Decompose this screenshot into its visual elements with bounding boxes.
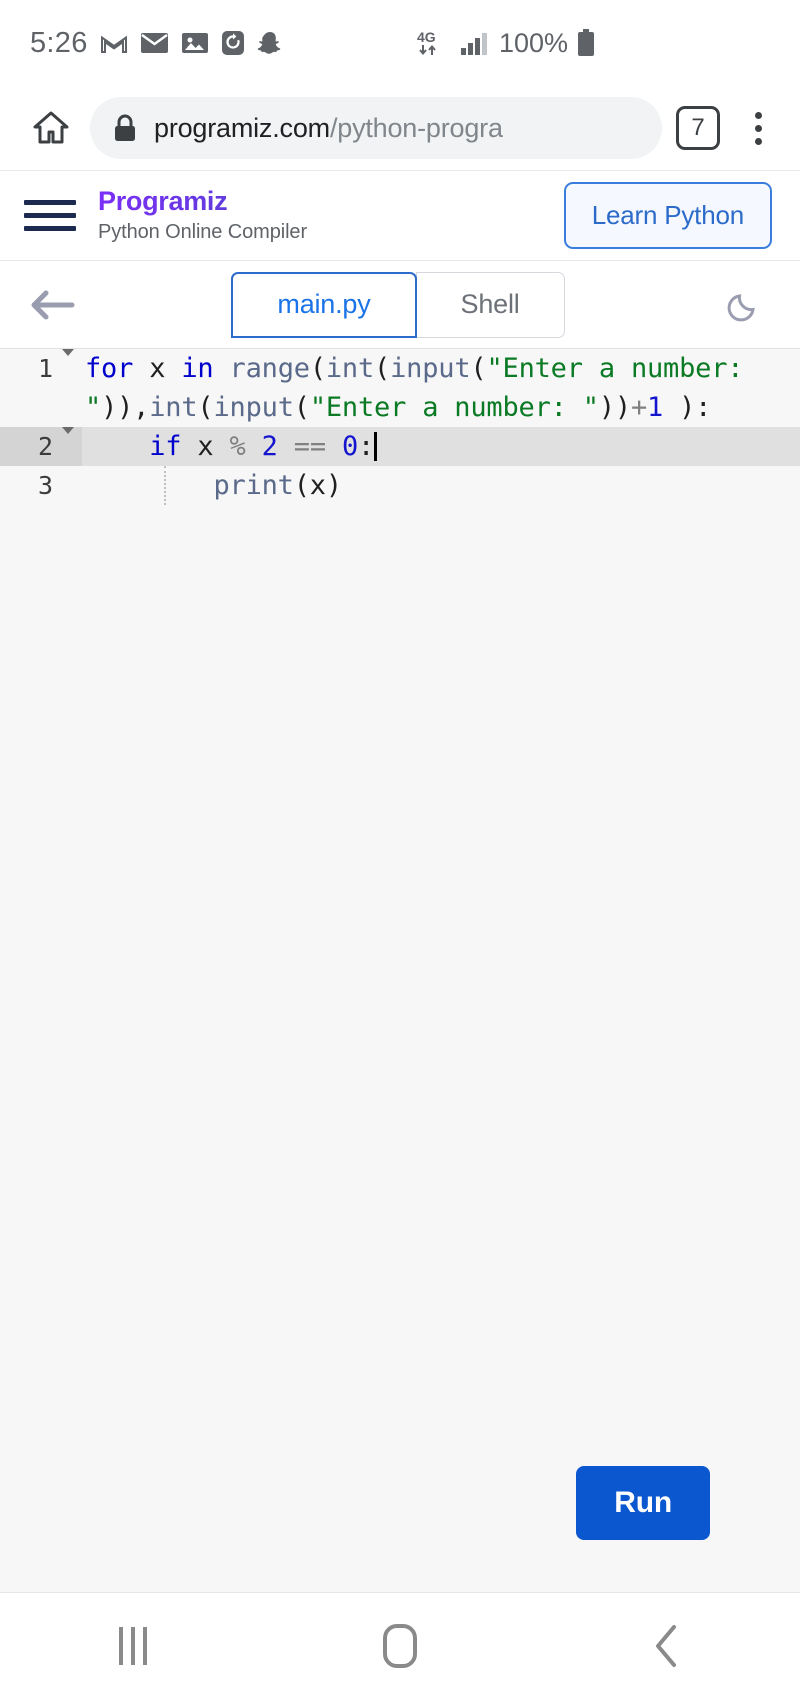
page-subtitle: Python Online Compiler (98, 220, 308, 243)
code-token: ): (663, 392, 712, 423)
fold-arrow-icon[interactable] (62, 349, 74, 356)
recents-icon[interactable] (73, 1606, 193, 1686)
line-number: 3 (37, 471, 53, 500)
code-lines[interactable]: 1 for x in range(int(input("Enter a numbe… (0, 349, 800, 505)
code-token: 1 (647, 392, 664, 423)
photos-icon (181, 31, 209, 55)
svg-text:4G: 4G (417, 29, 436, 45)
line-number-gutter: 2 (0, 427, 82, 466)
code-token: for (85, 353, 134, 384)
code-token: ( (309, 353, 326, 384)
code-token: ( (197, 392, 214, 423)
signal-bars-icon (460, 30, 490, 56)
code-token: int (325, 353, 375, 384)
code-token: in (181, 353, 214, 384)
line-number: 2 (37, 432, 53, 461)
code-token: "Enter a number: " (309, 392, 599, 423)
code-token: range (229, 353, 310, 384)
browser-toolbar: programiz.com/python-progra 7 (0, 86, 800, 171)
url-text: programiz.com/python-progra (154, 113, 503, 144)
code-line[interactable]: 1 for x in range(int(input("Enter a numbe… (0, 349, 800, 427)
code-token: )), (101, 392, 150, 423)
snapchat-icon (257, 30, 283, 56)
home-square-icon[interactable] (340, 1606, 460, 1686)
code-token: (x) (293, 470, 342, 501)
editor-tab-strip: main.py Shell (0, 261, 800, 349)
status-clock: 5:26 (30, 26, 88, 59)
code-token: ( (293, 392, 310, 423)
code-token: ( (374, 353, 391, 384)
gmail-icon (100, 31, 128, 55)
code-token: 2 (261, 431, 278, 462)
moon-icon[interactable] (714, 284, 774, 326)
android-status-bar: 5:26 4G 100% (0, 0, 800, 86)
mail-icon (140, 31, 169, 55)
tab-shell[interactable]: Shell (415, 271, 565, 338)
brand-block: Programiz Python Online Compiler (98, 187, 564, 243)
code-line[interactable]: 2 if x % 2 == 0: (0, 427, 800, 466)
android-nav-bar (0, 1592, 800, 1689)
address-bar[interactable]: programiz.com/python-progra (90, 97, 662, 159)
status-bar-left: 5:26 (30, 27, 283, 60)
code-token: if (149, 431, 182, 462)
kebab-menu-icon[interactable] (738, 103, 778, 153)
back-chevron-icon[interactable] (607, 1606, 727, 1686)
run-button[interactable]: Run (576, 1466, 710, 1540)
network-4g-icon: 4G (417, 28, 451, 58)
line-number: 1 (37, 354, 53, 383)
status-bar-right: 4G 100% (417, 28, 595, 59)
tab-main-py[interactable]: main.py (231, 271, 417, 338)
file-tabs: main.py Shell (231, 271, 565, 338)
line-number-gutter: 3 (0, 466, 82, 505)
code-token: input (390, 353, 471, 384)
sync-icon (221, 30, 245, 56)
code-token: 0 (341, 431, 359, 462)
code-line-text[interactable]: if x % 2 == 0: (82, 427, 800, 466)
tab-counter-button[interactable]: 7 (676, 106, 720, 150)
hamburger-icon[interactable] (24, 194, 76, 238)
home-icon[interactable] (20, 97, 82, 159)
code-token: )) (598, 392, 631, 423)
code-token: ( (470, 353, 487, 384)
code-line-text[interactable]: print(x) (82, 466, 800, 505)
code-token: : (358, 431, 375, 462)
battery-percent-label: 100% (499, 27, 569, 58)
code-token: int (149, 392, 198, 423)
code-editor[interactable]: 1 for x in range(int(input("Enter a numbe… (0, 349, 800, 1592)
line-number-gutter: 1 (0, 349, 82, 388)
battery-icon (577, 29, 595, 57)
code-token: + (630, 392, 647, 423)
code-line-text[interactable]: for x in range(int(input("Enter a number… (82, 349, 800, 427)
back-arrow-icon[interactable] (22, 285, 82, 325)
learn-python-button[interactable]: Learn Python (563, 182, 772, 249)
code-token: input (213, 392, 294, 423)
programiz-logo[interactable]: Programiz (98, 187, 564, 216)
site-header: Programiz Python Online Compiler Learn P… (0, 171, 800, 261)
fold-arrow-icon[interactable] (62, 427, 74, 434)
lock-icon (112, 113, 138, 143)
code-token: == (293, 431, 326, 462)
text-caret (374, 432, 378, 461)
code-line[interactable]: 3 print(x) (0, 466, 800, 505)
url-path: /python-progra (329, 112, 503, 143)
code-token: x (133, 353, 182, 384)
code-token: % (229, 431, 246, 462)
code-token: print (213, 470, 294, 501)
code-token: x (181, 431, 230, 462)
indent-guide (164, 466, 166, 505)
url-domain: programiz.com (154, 112, 330, 143)
